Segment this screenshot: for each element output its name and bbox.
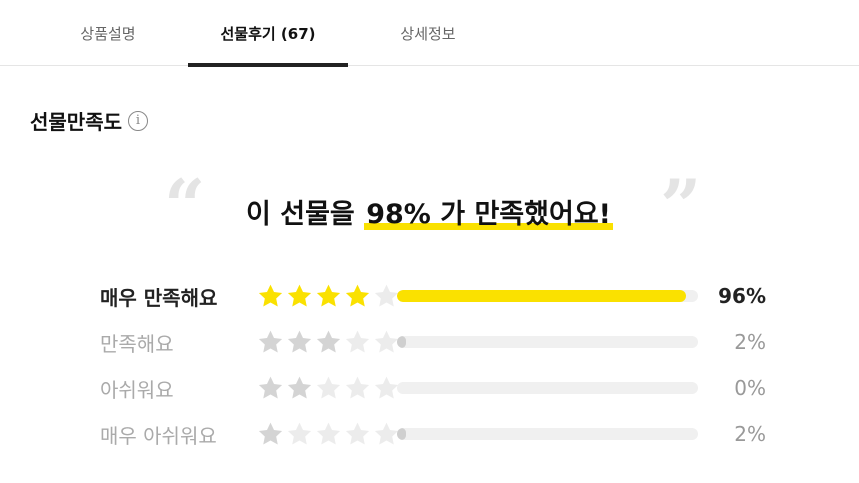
tab-gift-reviews[interactable]: 선물후기 (67) xyxy=(188,0,348,67)
satisfaction-heading: 선물만족도 i xyxy=(30,106,148,135)
rating-progress-bar xyxy=(397,290,698,302)
star-empty-icon xyxy=(343,374,372,403)
star-filled-icon xyxy=(256,420,285,449)
star-rating xyxy=(256,328,399,357)
section-title: 선물만족도 xyxy=(30,110,122,134)
tab-detail-info[interactable]: 상세정보 xyxy=(348,0,508,66)
rating-progress-fill xyxy=(397,290,686,302)
rating-percent: 2% xyxy=(734,422,766,446)
rating-row: 아쉬워요 0% xyxy=(100,365,780,411)
tab-label: 상품설명 xyxy=(80,24,136,43)
rating-progress-bar xyxy=(397,336,698,348)
star-empty-icon xyxy=(343,328,372,357)
headline-prefix: 이 선물을 xyxy=(246,199,365,230)
rating-progress-fill xyxy=(397,428,407,440)
star-empty-icon xyxy=(314,420,343,449)
rating-label: 매우 만족해요 xyxy=(100,285,218,310)
headline-highlight: 98% 가 만족했어요! xyxy=(364,199,613,230)
info-icon[interactable]: i xyxy=(128,110,148,131)
star-filled-icon xyxy=(256,282,285,311)
tab-label: 선물후기 (67) xyxy=(220,24,316,43)
rating-percent: 2% xyxy=(734,330,766,354)
tab-product-description[interactable]: 상품설명 xyxy=(28,0,188,66)
star-empty-icon xyxy=(285,420,314,449)
rating-breakdown: 매우 만족해요 96% 만족해요 2% 아쉬워요 0% 매우 아쉬워요 2% xyxy=(100,273,780,457)
star-rating xyxy=(256,374,399,403)
star-empty-icon xyxy=(314,374,343,403)
star-filled-icon xyxy=(314,328,343,357)
star-filled-icon xyxy=(285,282,314,311)
rating-progress-bar xyxy=(397,428,698,440)
star-empty-icon xyxy=(343,420,372,449)
star-filled-icon xyxy=(285,328,314,357)
star-rating xyxy=(256,420,399,449)
tab-bar: 상품설명 선물후기 (67) 상세정보 xyxy=(0,0,859,67)
star-filled-icon xyxy=(256,328,285,357)
rating-label: 아쉬워요 xyxy=(100,377,174,402)
rating-percent: 0% xyxy=(734,376,766,400)
rating-progress-fill xyxy=(397,336,407,348)
tab-label: 상세정보 xyxy=(400,24,456,43)
rating-label: 만족해요 xyxy=(100,331,174,356)
star-rating xyxy=(256,282,399,311)
star-filled-icon xyxy=(256,374,285,403)
rating-percent: 96% xyxy=(718,284,766,308)
rating-progress-bar xyxy=(397,382,698,394)
rating-row: 매우 만족해요 96% xyxy=(100,273,780,319)
star-filled-icon xyxy=(343,282,372,311)
rating-row: 매우 아쉬워요 2% xyxy=(100,411,780,457)
rating-row: 만족해요 2% xyxy=(100,319,780,365)
star-filled-icon xyxy=(285,374,314,403)
satisfaction-headline: 이 선물을 98% 가 만족했어요! xyxy=(0,192,859,231)
star-filled-icon xyxy=(314,282,343,311)
rating-label: 매우 아쉬워요 xyxy=(100,423,217,448)
